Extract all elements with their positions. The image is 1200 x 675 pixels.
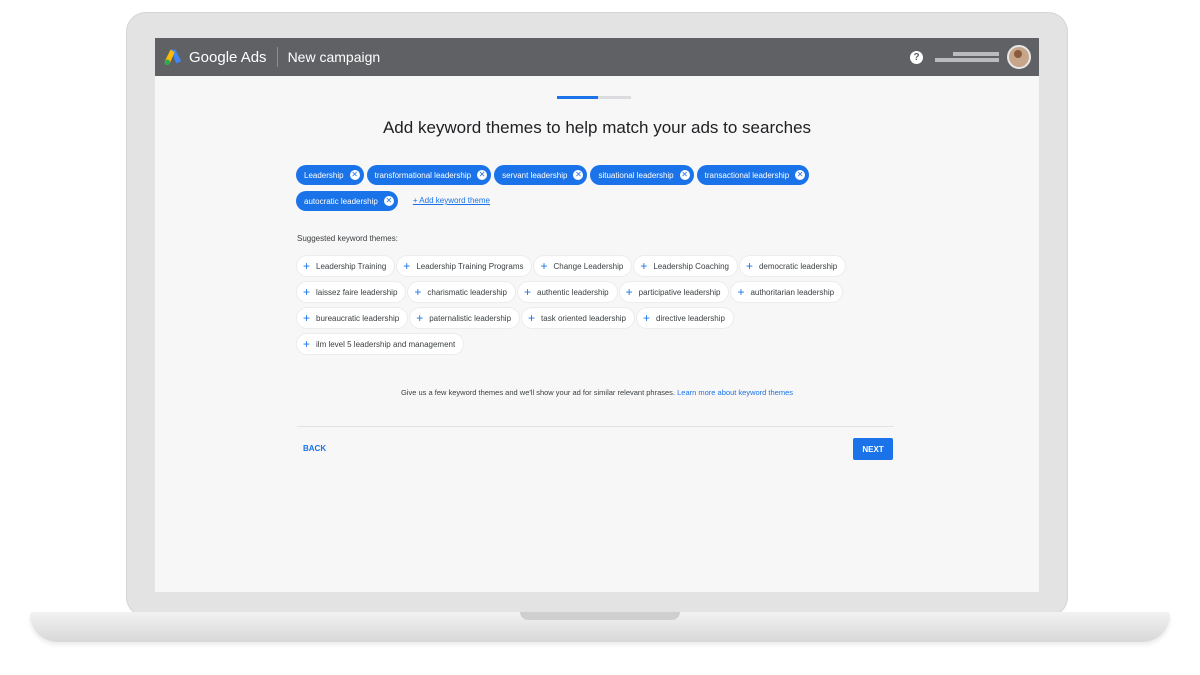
selected-theme-label: Leadership <box>304 170 344 180</box>
suggested-theme-label: ilm level 5 leadership and management <box>316 339 456 349</box>
suggested-theme-chip[interactable]: + democratic leadership <box>739 256 846 276</box>
close-circle-icon[interactable]: ✕ <box>477 170 488 180</box>
close-circle-icon[interactable]: ✕ <box>349 170 360 180</box>
selected-theme-chip[interactable]: situational leadership ✕ <box>590 165 694 185</box>
plus-icon: + <box>737 285 745 299</box>
suggested-theme-label: Leadership Training <box>316 261 387 271</box>
header-divider <box>276 47 278 67</box>
plus-icon: + <box>745 259 753 273</box>
brand-name: Google Ads <box>189 48 267 66</box>
suggested-theme-chip[interactable]: + authentic leadership <box>518 282 617 302</box>
suggested-theme-label: laissez faire leadership <box>316 287 398 297</box>
plus-icon: + <box>303 311 311 325</box>
add-keyword-theme-link[interactable]: + Add keyword theme <box>413 191 490 211</box>
suggested-theme-chip[interactable]: + laissez faire leadership <box>297 282 406 302</box>
suggested-theme-label: charismatic leadership <box>427 287 507 297</box>
close-circle-icon[interactable]: ✕ <box>383 196 394 206</box>
selected-theme-chip[interactable]: transactional leadership ✕ <box>696 165 810 185</box>
redacted-line <box>953 52 999 56</box>
plus-icon: + <box>303 259 311 273</box>
selected-themes: Leadership ✕ transformational leadership ✕ s… <box>296 165 856 217</box>
suggested-themes: + Leadership Training + Leadership Training… <box>297 256 897 360</box>
suggested-theme-label: authentic leadership <box>537 287 609 297</box>
suggested-theme-label: bureaucratic leadership <box>316 313 400 323</box>
account-info-redacted[interactable] <box>935 51 999 63</box>
avatar[interactable] <box>1007 45 1031 69</box>
suggested-theme-label: authoritarian leadership <box>750 287 835 297</box>
account-area: ? <box>910 45 1031 69</box>
page-title: Add keyword themes to help match your ad… <box>382 118 812 137</box>
next-button[interactable]: NEXT <box>853 438 893 460</box>
plus-icon: + <box>414 285 422 299</box>
plus-icon: + <box>643 311 651 325</box>
plus-icon: + <box>524 285 532 299</box>
plus-icon: + <box>640 259 648 273</box>
plus-icon: + <box>416 311 424 325</box>
suggested-label: Suggested keyword themes: <box>297 234 398 243</box>
selected-theme-chip[interactable]: servant leadership ✕ <box>494 165 588 185</box>
learn-more-link[interactable]: Learn more about keyword themes <box>677 388 793 397</box>
app-screen: Google Ads New campaign ? Add keyword th… <box>155 38 1039 592</box>
suggested-theme-chip[interactable]: + participative leadership <box>619 282 729 302</box>
close-circle-icon[interactable]: ✕ <box>573 170 584 180</box>
close-circle-icon[interactable]: ✕ <box>679 170 690 180</box>
suggested-theme-chip[interactable]: + charismatic leadership <box>408 282 515 302</box>
selected-theme-chip[interactable]: transformational leadership ✕ <box>366 165 492 185</box>
close-circle-icon[interactable]: ✕ <box>795 170 806 180</box>
plus-icon: + <box>303 285 311 299</box>
suggested-theme-label: Change Leadership <box>553 261 624 271</box>
back-button[interactable]: BACK <box>303 444 326 453</box>
suggested-theme-chip[interactable]: + ilm level 5 leadership and management <box>297 334 464 354</box>
suggested-theme-label: task oriented leadership <box>541 313 626 323</box>
laptop-notch <box>520 612 680 620</box>
plus-icon: + <box>540 259 548 273</box>
google-ads-logo-icon[interactable] <box>163 48 183 66</box>
selected-theme-chip[interactable]: Leadership ✕ <box>296 165 364 185</box>
step-progress-fill <box>557 96 598 99</box>
suggested-theme-label: participative leadership <box>638 287 721 297</box>
plus-icon: + <box>303 337 311 351</box>
suggested-theme-label: paternalistic leadership <box>429 313 512 323</box>
info-text: Give us a few keyword themes and we'll s… <box>155 388 1039 397</box>
suggested-theme-chip[interactable]: + Leadership Training Programs <box>397 256 532 276</box>
campaign-title: New campaign <box>287 49 381 65</box>
suggested-theme-label: democratic leadership <box>758 261 838 271</box>
suggested-theme-chip[interactable]: + authoritarian leadership <box>731 282 843 302</box>
help-icon[interactable]: ? <box>910 50 923 64</box>
selected-theme-label: transactional leadership <box>704 170 790 180</box>
suggested-theme-chip[interactable]: + Leadership Training <box>297 256 395 276</box>
suggested-theme-chip[interactable]: + bureaucratic leadership <box>297 308 408 328</box>
selected-theme-chip[interactable]: autocratic leadership ✕ <box>296 191 398 211</box>
selected-theme-label: autocratic leadership <box>304 196 378 206</box>
top-bar: Google Ads New campaign ? <box>155 38 1039 76</box>
selected-theme-label: situational leadership <box>598 170 674 180</box>
footer-divider <box>297 426 894 427</box>
suggested-theme-chip[interactable]: + directive leadership <box>637 308 733 328</box>
info-message: Give us a few keyword themes and we'll s… <box>400 388 676 397</box>
suggested-theme-chip[interactable]: + Leadership Coaching <box>634 256 737 276</box>
suggested-theme-label: directive leadership <box>656 313 725 323</box>
plus-icon: + <box>403 259 411 273</box>
suggested-theme-chip[interactable]: + paternalistic leadership <box>410 308 520 328</box>
suggested-theme-label: Leadership Coaching <box>653 261 729 271</box>
step-progress-bar <box>557 96 631 99</box>
suggested-theme-label: Leadership Training Programs <box>416 261 524 271</box>
selected-theme-label: servant leadership <box>502 170 568 180</box>
plus-icon: + <box>528 311 536 325</box>
redacted-line <box>935 58 999 62</box>
selected-theme-label: transformational leadership <box>374 170 472 180</box>
plus-icon: + <box>625 285 633 299</box>
suggested-theme-chip[interactable]: + task oriented leadership <box>522 308 634 328</box>
suggested-theme-chip[interactable]: + Change Leadership <box>534 256 632 276</box>
